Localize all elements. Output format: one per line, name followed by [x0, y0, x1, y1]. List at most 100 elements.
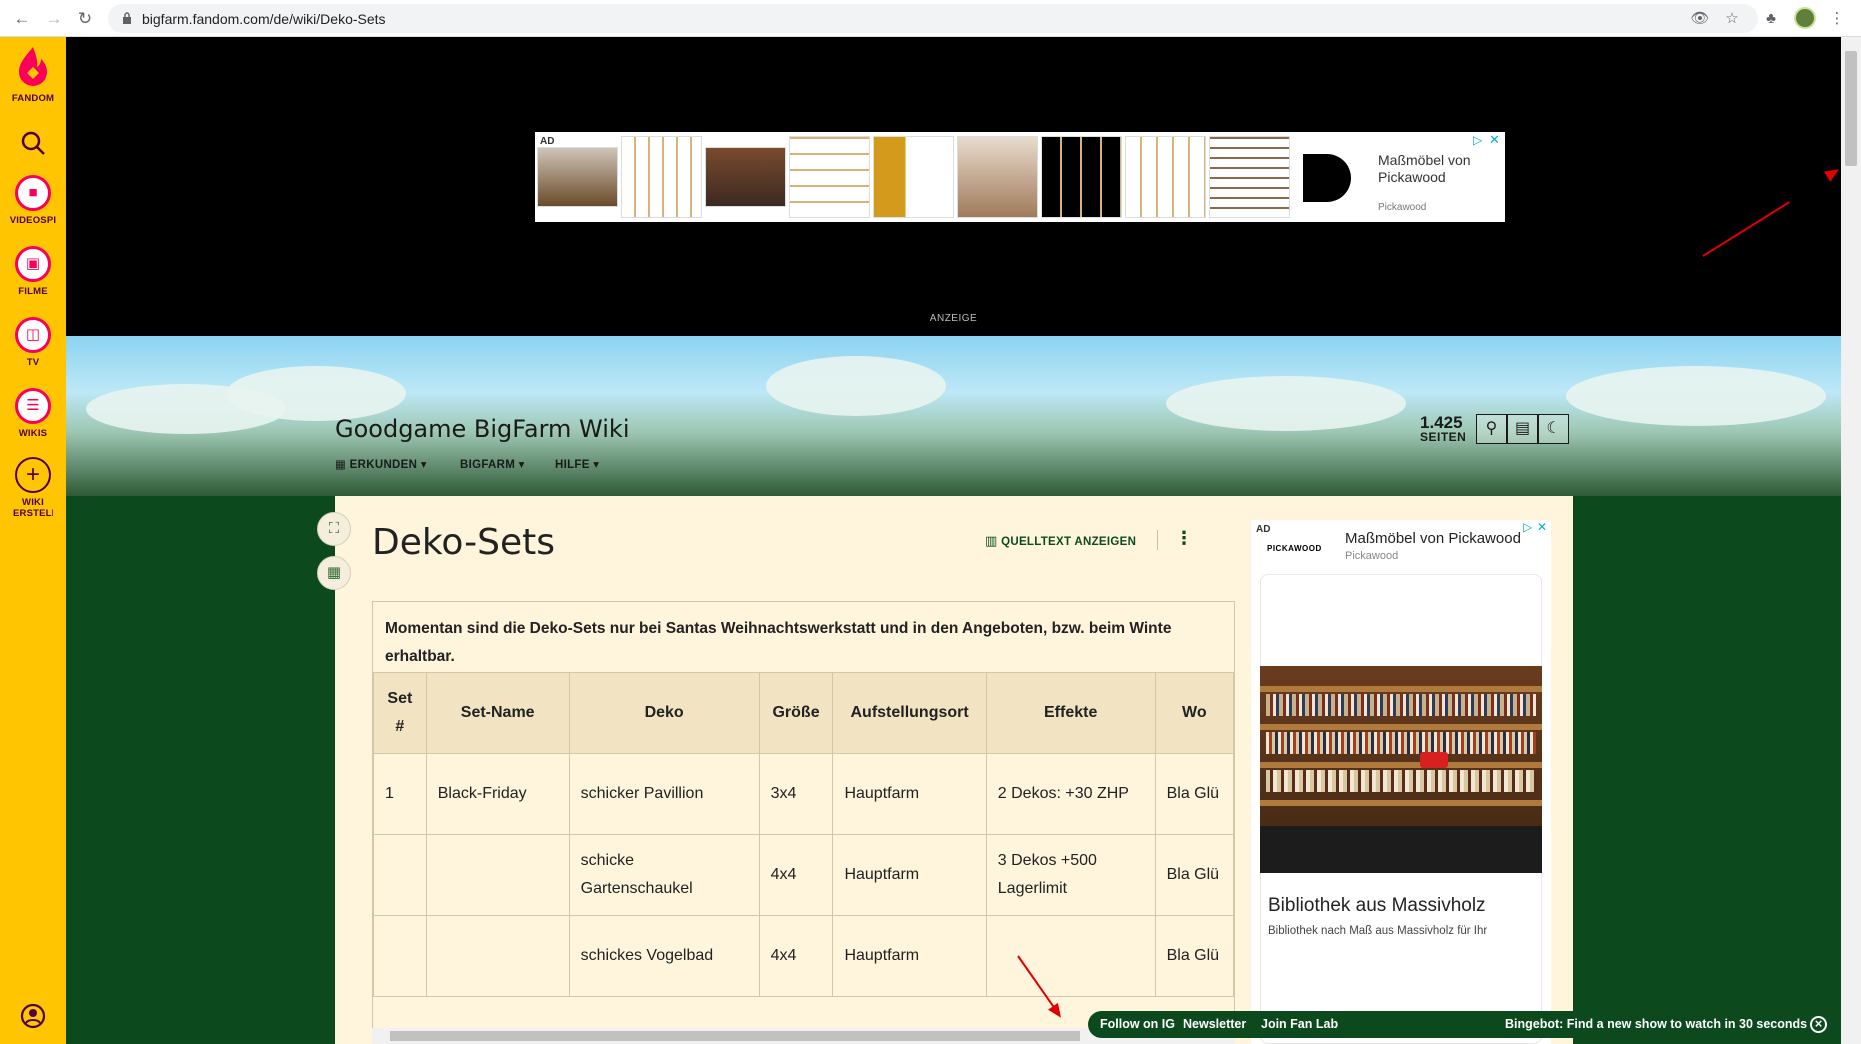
rail-search[interactable]: [0, 129, 66, 157]
rail-item-videospiele[interactable]: ■ VIDEOSPI: [0, 175, 66, 226]
eye-off-icon[interactable]: 👁: [1689, 8, 1711, 30]
chevron-down-icon: ▾: [589, 459, 600, 471]
ad-image: [957, 136, 1038, 218]
scrollbar-thumb[interactable]: [1845, 51, 1857, 166]
table-cell: [425, 915, 570, 997]
book-icon: ☰: [15, 388, 51, 424]
nav-hilfe[interactable]: HILFE ▾: [555, 457, 599, 471]
table-header: Aufstellungsort: [832, 672, 987, 754]
ad-image: [621, 136, 702, 218]
scrollbar-thumb[interactable]: [390, 1031, 1080, 1041]
discussions-button[interactable]: ▤: [1507, 414, 1538, 444]
rail-item-wiki-erstellen[interactable]: + WIKI ERSTELLE: [0, 457, 66, 519]
chevron-down-icon: ▾: [515, 459, 525, 471]
nav-explore[interactable]: ▦ ERKUNDEN ▾: [335, 457, 427, 471]
lock-icon: ▥: [985, 533, 998, 548]
right-rail-ad[interactable]: AD PICKAWOOD Maßmöbel von Pickawood Pick…: [1251, 520, 1551, 1044]
profile-avatar[interactable]: [1794, 7, 1816, 29]
adchoices-icon[interactable]: ▷: [1523, 520, 1532, 534]
forward-icon[interactable]: →: [42, 7, 66, 31]
table-cell: Hauptfarm: [832, 834, 987, 916]
table-cell: [985, 915, 1156, 997]
follow-ig-link[interactable]: Follow on IG: [1100, 1017, 1175, 1031]
film-icon: ▣: [15, 246, 51, 282]
table-cell: 1: [373, 753, 427, 835]
table-cell: schicke Gartenschaukel: [568, 834, 760, 916]
search-icon: [21, 131, 45, 155]
ad-image: [1041, 136, 1122, 218]
adchoices-icon[interactable]: ▷: [1473, 133, 1482, 147]
table-row: 1 Black-Friday schicker Pavillion 3x4 Ha…: [373, 753, 1234, 835]
theme-toggle-button[interactable]: ☾: [1538, 414, 1569, 444]
table-header: Set #: [373, 672, 427, 754]
table-cell: 2 Dekos: +30 ZHP: [985, 753, 1156, 835]
table-cell: Hauptfarm: [832, 753, 987, 835]
ad-image: [537, 147, 618, 207]
bookmark-star-icon[interactable]: ☆: [1721, 8, 1743, 30]
fandom-logo[interactable]: FANDOM: [0, 45, 66, 104]
table-cell: Bla Glü: [1154, 915, 1234, 997]
table-cell: 3 Dekos +500 Lagerlimit: [985, 834, 1156, 916]
table-cell: 4x4: [758, 834, 834, 916]
fandom-bottom-bar: Follow on IG Newsletter Join Fan Lab Bin…: [1088, 1011, 1841, 1038]
table-header: Deko: [568, 672, 760, 754]
pages-label: SEITEN: [1420, 430, 1467, 444]
close-icon[interactable]: ×: [1810, 1016, 1827, 1033]
table-cell: Black-Friday: [425, 753, 570, 835]
fan-lab-link[interactable]: Join Fan Lab: [1261, 1017, 1338, 1031]
table-header-row: Set # Set-Name Deko Größe Aufstellungsor…: [373, 672, 1234, 754]
reload-icon[interactable]: ↻: [73, 7, 97, 31]
table-cell: Bla Glü: [1154, 753, 1234, 835]
table-cell: [373, 915, 427, 997]
tv-icon: ◫: [15, 317, 51, 353]
table-header: Effekte: [985, 672, 1156, 754]
view-source-button[interactable]: ▥ QUELLTEXT ANZEIGEN: [985, 533, 1136, 549]
top-ad-banner[interactable]: AD Maßmöbel von Pickawood Pickawood ▷ ✕: [535, 132, 1505, 222]
lock-toggle[interactable]: ▦: [317, 556, 351, 590]
menu-kebab-icon[interactable]: ⋮: [1826, 8, 1848, 30]
user-icon: [20, 1003, 46, 1029]
explore-icon: ▦: [335, 459, 350, 471]
table-cell: Hauptfarm: [832, 915, 987, 997]
fandom-global-nav: FANDOM ■ VIDEOSPI ▣ FILME ◫ TV ☰ WIKIS +…: [0, 37, 66, 1044]
chat-bubbles-icon: ▤: [1514, 420, 1531, 437]
lock-icon: [123, 12, 131, 24]
table-cell: schickes Vogelbad: [568, 915, 760, 997]
divider: [1157, 530, 1158, 550]
table-cell: 4x4: [758, 915, 834, 997]
newsletter-link[interactable]: Newsletter: [1183, 1017, 1246, 1031]
chevron-down-icon: ▾: [417, 459, 427, 471]
more-actions-icon[interactable]: ⋮: [1175, 528, 1193, 549]
bingebot-link[interactable]: Bingebot: Find a new show to watch in 30…: [1505, 1017, 1807, 1031]
page-title: Deko-Sets: [372, 522, 555, 563]
top-ad-region: AD Maßmöbel von Pickawood Pickawood ▷ ✕ …: [66, 37, 1841, 336]
browser-toolbar: ← → ↻ bigfarm.fandom.com/de/wiki/Deko-Se…: [0, 0, 1861, 37]
lamp: [1420, 752, 1448, 768]
sofa: [1260, 826, 1542, 873]
rail-item-wikis[interactable]: ☰ WIKIS: [0, 388, 66, 439]
wiki-search-button[interactable]: ⚲: [1476, 414, 1507, 444]
expand-icon: ⛶: [328, 520, 340, 537]
extensions-icon[interactable]: ♣: [1760, 8, 1782, 30]
page-scrollbar[interactable]: [1841, 37, 1861, 1044]
search-icon: ⚲: [1485, 420, 1498, 437]
bookshelf-image: [1260, 666, 1542, 873]
nav-bigfarm[interactable]: BIGFARM ▾: [460, 457, 525, 471]
table-header: Wo: [1154, 672, 1234, 754]
address-bar[interactable]: bigfarm.fandom.com/de/wiki/Deko-Sets: [108, 4, 1758, 33]
ad-image: [873, 136, 954, 218]
table-row: schicke Gartenschaukel 4x4 Hauptfarm 3 D…: [373, 834, 1234, 916]
table-row: schickes Vogelbad 4x4 Hauptfarm Bla Glü: [373, 915, 1234, 997]
wiki-name[interactable]: Goodgame BigFarm Wiki: [335, 415, 629, 443]
fullscreen-toggle[interactable]: ⛶: [317, 512, 351, 546]
close-icon[interactable]: ✕: [1537, 520, 1547, 534]
table-cell: [373, 834, 427, 916]
rail-item-filme[interactable]: ▣ FILME: [0, 246, 66, 297]
ad-image: [1209, 136, 1290, 218]
rail-item-tv[interactable]: ◫ TV: [0, 317, 66, 368]
table-cell: schicker Pavillion: [568, 753, 760, 835]
rail-user-account[interactable]: [0, 1003, 66, 1029]
back-icon[interactable]: ←: [10, 7, 34, 31]
table-header: Größe: [758, 672, 834, 754]
close-icon[interactable]: ✕: [1489, 132, 1500, 148]
